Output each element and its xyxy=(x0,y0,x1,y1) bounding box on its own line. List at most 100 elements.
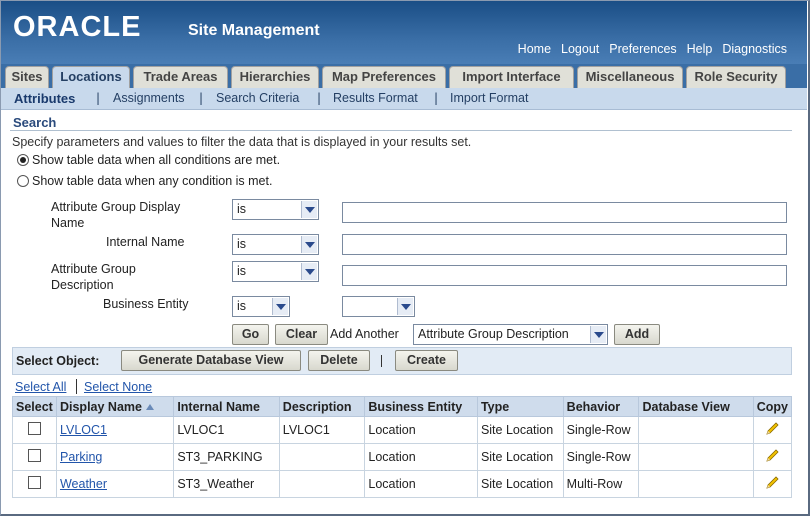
subtab-import-format[interactable]: Import Format xyxy=(450,91,529,105)
subtab-separator: | xyxy=(199,91,204,105)
operator-select-display-name[interactable]: is xyxy=(232,199,319,220)
display-name-link[interactable]: Weather xyxy=(60,477,107,491)
tab-miscellaneous[interactable]: Miscellaneous xyxy=(577,66,683,88)
field-label-description: Attribute Group Description xyxy=(51,262,136,292)
column-header-database-view: Database View xyxy=(638,396,754,417)
add-another-value: Attribute Group Description xyxy=(418,327,569,341)
go-button[interactable]: Go xyxy=(232,324,269,345)
select-object-toolbar: Select Object: Generate Database View De… xyxy=(12,347,792,375)
subtab-attributes[interactable]: Attributes xyxy=(14,91,75,106)
add-button[interactable]: Add xyxy=(614,324,660,345)
operator-select-internal-name[interactable]: is xyxy=(232,234,319,255)
tab-bar: Sites Locations Trade Areas Hierarchies … xyxy=(1,64,807,88)
table-header-row: Select Display Name Internal Name Descri… xyxy=(12,396,793,417)
display-name-cell: Parking xyxy=(55,443,175,471)
behavior-cell: Single-Row xyxy=(562,443,640,471)
chevron-down-icon xyxy=(301,236,317,253)
copy-cell xyxy=(752,470,793,498)
display-name-link[interactable]: Parking xyxy=(60,450,102,464)
row-select-checkbox[interactable] xyxy=(27,422,41,435)
description-input[interactable] xyxy=(342,265,787,286)
business-entity-cell: Location xyxy=(364,416,478,444)
radio-all-conditions[interactable]: Show table data when all conditions are … xyxy=(17,153,280,167)
chevron-down-icon xyxy=(301,263,317,280)
app-title: Site Management xyxy=(188,22,320,39)
tab-import-interface[interactable]: Import Interface xyxy=(449,66,574,88)
tab-map-preferences[interactable]: Map Preferences xyxy=(322,66,446,88)
operator-value: is xyxy=(237,202,247,216)
subtab-separator: | xyxy=(96,91,101,105)
internal-name-input[interactable] xyxy=(342,234,787,255)
logout-link[interactable]: Logout xyxy=(561,42,599,56)
display-name-link[interactable]: LVLOC1 xyxy=(60,423,107,437)
section-divider xyxy=(10,130,792,131)
database-view-cell xyxy=(638,443,754,471)
delete-button[interactable]: Delete xyxy=(308,350,370,371)
column-header-display-name-label: Display Name xyxy=(59,399,142,414)
pencil-icon[interactable] xyxy=(764,475,780,491)
business-entity-cell: Location xyxy=(364,470,478,498)
field-label-business-entity: Business Entity xyxy=(103,297,189,311)
radio-button[interactable] xyxy=(17,175,29,187)
select-all-link[interactable]: Select All xyxy=(15,380,66,394)
chevron-down-icon xyxy=(301,201,317,218)
select-links-separator xyxy=(76,379,77,394)
behavior-cell: Multi-Row xyxy=(562,470,640,498)
operator-select-business-entity[interactable]: is xyxy=(232,296,290,317)
select-cell xyxy=(12,470,57,498)
description-cell xyxy=(278,470,366,498)
tab-role-security[interactable]: Role Security xyxy=(686,66,786,88)
radio-any-label: Show table data when any condition is me… xyxy=(32,174,273,188)
column-header-business-entity: Business Entity xyxy=(364,396,478,417)
tab-hierarchies[interactable]: Hierarchies xyxy=(231,66,319,88)
help-link[interactable]: Help xyxy=(687,42,713,56)
internal-name-cell: ST3_Weather xyxy=(173,470,280,498)
add-another-select[interactable]: Attribute Group Description xyxy=(413,324,608,345)
chevron-down-icon xyxy=(397,298,413,315)
operator-select-description[interactable]: is xyxy=(232,261,319,282)
search-instruction: Specify parameters and values to filter … xyxy=(12,135,472,149)
copy-cell xyxy=(752,443,793,471)
sort-ascending-icon[interactable] xyxy=(145,403,154,410)
type-cell: Site Location xyxy=(476,470,564,498)
tab-locations[interactable]: Locations xyxy=(52,66,130,88)
select-cell xyxy=(12,416,57,444)
subtab-search-criteria[interactable]: Search Criteria xyxy=(216,91,299,105)
display-name-input[interactable] xyxy=(342,202,787,223)
radio-button-selected[interactable] xyxy=(17,154,29,166)
row-select-checkbox[interactable] xyxy=(27,476,41,489)
operator-value: is xyxy=(237,299,247,313)
preferences-link[interactable]: Preferences xyxy=(609,42,676,56)
table-row: LVLOC1 LVLOC1 LVLOC1 Location Site Locat… xyxy=(12,416,793,444)
generate-database-view-button[interactable]: Generate Database View xyxy=(121,350,301,371)
behavior-cell: Single-Row xyxy=(562,416,640,444)
database-view-cell xyxy=(638,416,754,444)
search-section-title: Search xyxy=(13,115,57,130)
oracle-logo: ORACLE xyxy=(13,11,142,43)
clear-button[interactable]: Clear xyxy=(275,324,328,345)
radio-any-condition[interactable]: Show table data when any condition is me… xyxy=(17,174,272,188)
description-cell: LVLOC1 xyxy=(278,416,366,444)
column-header-internal-name: Internal Name xyxy=(173,396,280,417)
database-view-cell xyxy=(638,470,754,498)
operator-value: is xyxy=(237,264,247,278)
column-header-display-name[interactable]: Display Name xyxy=(55,396,175,417)
subtab-results-format[interactable]: Results Format xyxy=(333,91,418,105)
column-header-behavior: Behavior xyxy=(562,396,640,417)
tab-sites[interactable]: Sites xyxy=(5,66,49,88)
diagnostics-link[interactable]: Diagnostics xyxy=(722,42,787,56)
operator-value: is xyxy=(237,237,247,251)
create-button[interactable]: Create xyxy=(395,350,458,371)
subtab-assignments[interactable]: Assignments xyxy=(113,91,185,105)
pencil-icon[interactable] xyxy=(764,421,780,437)
pencil-icon[interactable] xyxy=(764,448,780,464)
subtab-bar: Attributes | Assignments | Search Criter… xyxy=(1,88,807,110)
business-entity-value-select[interactable] xyxy=(342,296,415,317)
select-none-link[interactable]: Select None xyxy=(84,380,152,394)
row-select-checkbox[interactable] xyxy=(27,449,41,462)
home-link[interactable]: Home xyxy=(518,42,551,56)
table-row: Weather ST3_Weather Location Site Locati… xyxy=(12,470,793,498)
tab-trade-areas[interactable]: Trade Areas xyxy=(133,66,228,88)
type-cell: Site Location xyxy=(476,416,564,444)
internal-name-cell: LVLOC1 xyxy=(173,416,280,444)
